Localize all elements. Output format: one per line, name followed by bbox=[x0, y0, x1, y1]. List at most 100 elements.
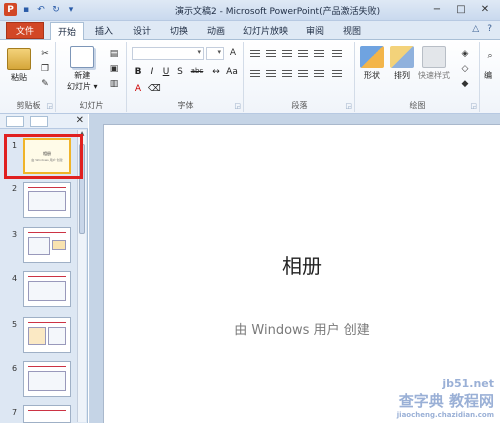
chevron-down-icon: ▾ bbox=[197, 48, 201, 56]
slide-title[interactable]: 相册 bbox=[104, 250, 500, 279]
maximize-button[interactable]: □ bbox=[450, 2, 472, 16]
font-name-combo[interactable]: ▾ bbox=[132, 47, 204, 60]
thumb-number: 7 bbox=[12, 408, 18, 417]
save-icon[interactable]: ▪ bbox=[20, 4, 32, 16]
chevron-down-icon: ▾ bbox=[217, 48, 221, 56]
format-painter-icon[interactable]: ✎ bbox=[38, 78, 52, 90]
increase-indent-icon[interactable] bbox=[297, 48, 309, 59]
tab-review[interactable]: 审阅 bbox=[306, 24, 324, 37]
clear-format-icon[interactable]: ⌫ bbox=[148, 84, 161, 94]
reset-icon[interactable]: ▣ bbox=[107, 63, 121, 75]
group-font: ▾ ▾ A B I U S abc ↔ Aa A ⌫ 字体 ◲ bbox=[128, 42, 244, 112]
group-label-font: 字体 bbox=[177, 101, 194, 110]
bullets-icon[interactable] bbox=[249, 48, 261, 59]
help-icon[interactable]: ? bbox=[487, 24, 492, 34]
underline-button[interactable]: U bbox=[160, 67, 172, 77]
minimize-ribbon-icon[interactable]: △ bbox=[472, 24, 479, 34]
slide-subtitle[interactable]: 由 Windows 用户 创建 bbox=[104, 319, 500, 338]
shape-outline-icon[interactable]: ◇ bbox=[458, 63, 472, 75]
group-paragraph: 段落 ◲ bbox=[245, 42, 355, 112]
quick-access-toolbar: P ▪ ↶ ↻ ▾ bbox=[4, 3, 77, 16]
font-launcher-icon[interactable]: ◲ bbox=[234, 102, 241, 110]
thumb-number: 6 bbox=[12, 364, 18, 373]
slide-thumbnail-5[interactable] bbox=[23, 317, 71, 353]
redo-icon[interactable]: ↻ bbox=[50, 4, 62, 16]
copy-icon[interactable]: ❐ bbox=[38, 63, 52, 75]
arrange-icon bbox=[390, 46, 414, 68]
group-label-paragraph: 段落 bbox=[291, 101, 308, 110]
watermark: jb51.net 查字典 教程网 jiaocheng.chazidian.com bbox=[396, 377, 494, 419]
paragraph-launcher-icon[interactable]: ◲ bbox=[345, 102, 352, 110]
window-controls: − □ ✕ bbox=[426, 2, 496, 16]
italic-button[interactable]: I bbox=[146, 67, 158, 77]
change-case-icon[interactable]: Aa bbox=[226, 67, 238, 77]
slide-thumbnail-6[interactable] bbox=[23, 361, 71, 397]
thumb-number: 4 bbox=[12, 274, 18, 283]
tab-slideshow[interactable]: 幻灯片放映 bbox=[243, 24, 288, 37]
group-label-drawing: 绘图 bbox=[409, 101, 426, 110]
drawing-launcher-icon[interactable]: ◲ bbox=[470, 102, 477, 110]
arrange-button[interactable]: 排列 bbox=[390, 46, 414, 81]
align-center-icon[interactable] bbox=[265, 68, 277, 79]
layout-icon[interactable]: ▤ bbox=[107, 48, 121, 60]
tab-transitions[interactable]: 切换 bbox=[170, 24, 188, 37]
align-right-icon[interactable] bbox=[281, 68, 293, 79]
quick-styles-button[interactable]: 快速样式 bbox=[418, 46, 450, 81]
powerpoint-logo-icon[interactable]: P bbox=[4, 3, 17, 16]
minimize-button[interactable]: − bbox=[426, 2, 448, 16]
align-left-icon[interactable] bbox=[249, 68, 261, 79]
group-drawing: 形状 排列 快速样式 ◈ ◇ ◆ 绘图 ◲ bbox=[356, 42, 480, 112]
text-direction-icon[interactable] bbox=[331, 48, 343, 59]
shape-effects-icon[interactable]: ◆ bbox=[458, 78, 472, 90]
close-button[interactable]: ✕ bbox=[474, 2, 496, 16]
slides-tab-icon[interactable] bbox=[6, 116, 24, 127]
slide-thumbnail-4[interactable] bbox=[23, 271, 71, 307]
font-size-combo[interactable]: ▾ bbox=[206, 47, 224, 60]
slide-thumbnail-7[interactable] bbox=[23, 405, 71, 423]
numbering-icon[interactable] bbox=[265, 48, 277, 59]
shadow-button[interactable]: S bbox=[174, 67, 186, 77]
new-slide-button[interactable]: 新建 幻灯片 ▾ bbox=[67, 46, 98, 92]
cut-icon[interactable]: ✂ bbox=[38, 48, 52, 60]
find-icon[interactable]: ⌕ bbox=[483, 50, 497, 62]
tab-insert[interactable]: 插入 bbox=[95, 24, 113, 37]
new-slide-icon bbox=[70, 46, 95, 68]
bold-button[interactable]: B bbox=[132, 67, 144, 77]
justify-icon[interactable] bbox=[297, 68, 309, 79]
decrease-indent-icon[interactable] bbox=[281, 48, 293, 59]
tab-view[interactable]: 视图 bbox=[343, 24, 361, 37]
customize-qat-icon[interactable]: ▾ bbox=[65, 4, 77, 16]
tab-design[interactable]: 设计 bbox=[133, 24, 151, 37]
shape-fill-icon[interactable]: ◈ bbox=[458, 48, 472, 60]
undo-icon[interactable]: ↶ bbox=[35, 4, 47, 16]
clipboard-launcher-icon[interactable]: ◲ bbox=[46, 102, 53, 110]
quick-styles-icon bbox=[422, 46, 446, 68]
annotation-highlight-box bbox=[4, 134, 83, 179]
paste-button[interactable]: 粘贴 bbox=[7, 48, 31, 83]
align-text-icon[interactable] bbox=[331, 68, 343, 79]
slide-thumbnail-2[interactable] bbox=[23, 182, 71, 218]
columns-icon[interactable] bbox=[313, 68, 325, 79]
shapes-button[interactable]: 形状 bbox=[360, 46, 384, 81]
title-bar: P ▪ ↶ ↻ ▾ 演示文稿2 - Microsoft PowerPoint(产… bbox=[0, 0, 500, 21]
slide-thumbnail-3[interactable] bbox=[23, 227, 71, 263]
strikethrough-button[interactable]: abc bbox=[188, 67, 206, 75]
group-label-slides: 幻灯片 bbox=[79, 101, 104, 110]
tab-home[interactable]: 开始 bbox=[50, 22, 85, 41]
grow-font-icon[interactable]: A bbox=[226, 47, 240, 59]
font-color-button[interactable]: A bbox=[132, 84, 144, 94]
thumb-number: 2 bbox=[12, 184, 18, 193]
close-panel-icon[interactable]: ✕ bbox=[76, 115, 84, 126]
thumb-number: 5 bbox=[12, 320, 18, 329]
tab-file[interactable]: 文件 bbox=[6, 22, 44, 39]
tab-animations[interactable]: 动画 bbox=[207, 24, 225, 37]
thumb-number: 3 bbox=[12, 230, 18, 239]
outline-tab-icon[interactable] bbox=[30, 116, 48, 127]
section-icon[interactable]: ▥ bbox=[107, 78, 121, 90]
editing-label: 编 bbox=[484, 71, 492, 80]
char-spacing-icon[interactable]: ↔ bbox=[210, 67, 222, 77]
paste-icon bbox=[7, 48, 31, 70]
line-spacing-icon[interactable] bbox=[313, 48, 325, 59]
shapes-icon bbox=[360, 46, 384, 68]
ribbon-right-controls: △ ? bbox=[472, 24, 492, 34]
